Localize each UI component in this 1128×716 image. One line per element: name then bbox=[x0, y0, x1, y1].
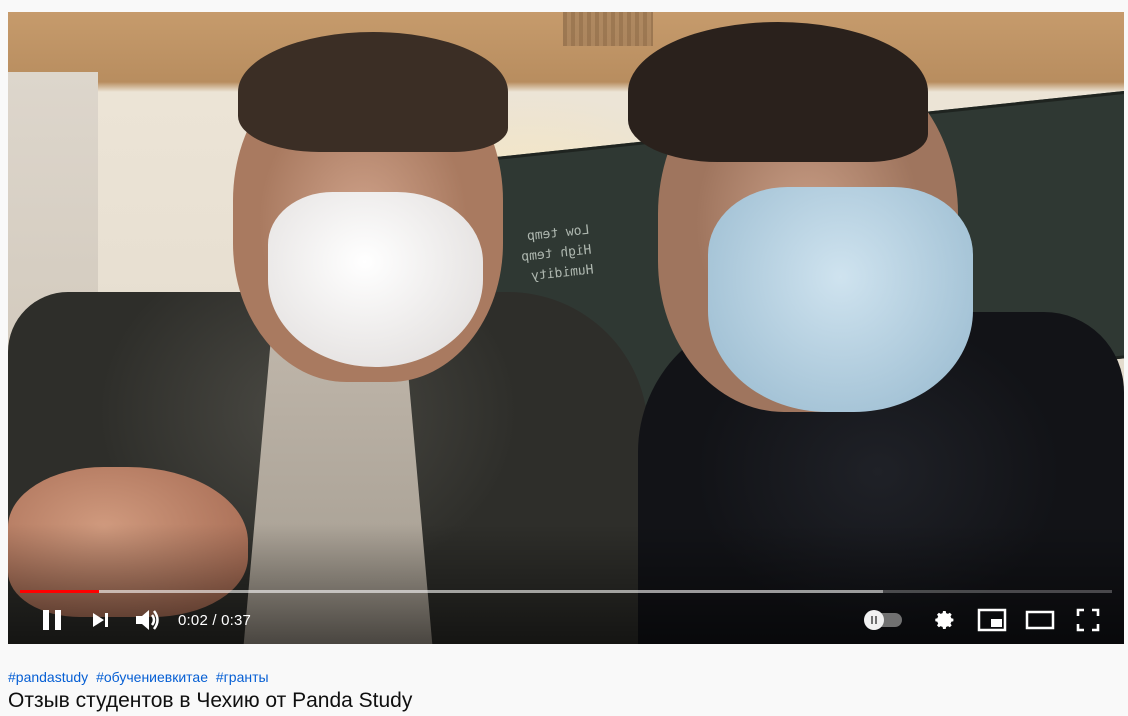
time-current: 0:02 bbox=[178, 611, 208, 629]
miniplayer-icon bbox=[977, 608, 1007, 632]
theater-mode-icon bbox=[1025, 610, 1055, 630]
video-title: Отзыв студентов в Чехию от Panda Study bbox=[8, 689, 413, 712]
person-left-hair bbox=[238, 32, 508, 152]
autoplay-toggle-icon bbox=[864, 610, 884, 630]
person-right-mask bbox=[708, 187, 973, 412]
hashtag-link[interactable]: #pandastudy bbox=[8, 669, 88, 685]
progress-played bbox=[20, 590, 99, 593]
progress-bar[interactable] bbox=[20, 590, 1112, 593]
next-button[interactable] bbox=[76, 600, 124, 640]
person-left-mask bbox=[268, 192, 483, 367]
autoplay-toggle[interactable] bbox=[864, 610, 902, 630]
ceiling-vent bbox=[563, 12, 653, 46]
gear-icon bbox=[935, 611, 954, 629]
person-right-hair bbox=[628, 22, 928, 162]
video-player[interactable]: 590.89116.13426.51 Low tempHigh tempHumi… bbox=[8, 12, 1124, 644]
hashtag-list: #pandastudy #обучениевкитае #гранты bbox=[8, 669, 273, 685]
next-icon bbox=[93, 613, 108, 627]
volume-button[interactable] bbox=[124, 600, 172, 640]
time-display: 0:02 / 0:37 bbox=[178, 612, 251, 629]
theater-mode-button[interactable] bbox=[1016, 600, 1064, 640]
volume-icon bbox=[136, 610, 159, 630]
progress-loaded bbox=[20, 590, 883, 593]
settings-button[interactable] bbox=[920, 600, 968, 640]
miniplayer-button[interactable] bbox=[968, 600, 1016, 640]
pause-icon bbox=[43, 610, 61, 630]
time-separator: / bbox=[208, 611, 222, 629]
time-total: 0:37 bbox=[221, 611, 252, 629]
player-controls: 0:02 / 0:37 bbox=[8, 600, 1124, 640]
fullscreen-icon bbox=[1076, 608, 1100, 632]
hashtag-link[interactable]: #обучениевкитае bbox=[96, 669, 208, 685]
hashtag-link[interactable]: #гранты bbox=[216, 669, 269, 685]
pause-button[interactable] bbox=[28, 600, 76, 640]
fullscreen-button[interactable] bbox=[1064, 600, 1112, 640]
